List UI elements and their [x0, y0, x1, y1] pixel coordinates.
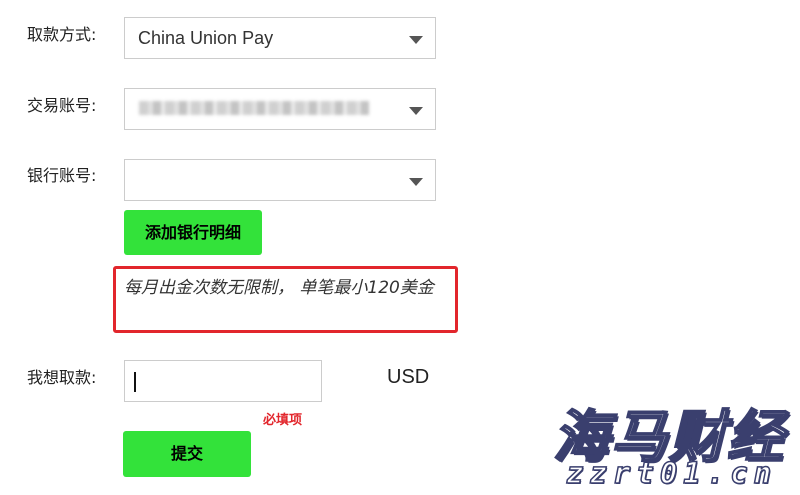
amount-label: 我想取款:: [27, 368, 97, 387]
chevron-down-icon: [409, 107, 423, 115]
bank-account-select[interactable]: [124, 159, 436, 201]
chevron-down-icon: [409, 178, 423, 186]
watermark-url: zzrt01.cn: [565, 455, 778, 491]
amount-input[interactable]: [124, 360, 322, 402]
text-cursor: [134, 372, 136, 392]
add-bank-details-button[interactable]: 添加银行明细: [124, 210, 262, 255]
required-hint: 必填项: [263, 413, 303, 428]
withdraw-notice: 每月出金次数无限制， 单笔最小120美金: [113, 266, 458, 333]
bank-account-label: 银行账号:: [27, 166, 97, 185]
chevron-down-icon: [409, 36, 423, 44]
withdraw-method-select[interactable]: China Union Pay: [124, 17, 436, 59]
trading-account-label: 交易账号:: [27, 96, 97, 115]
withdraw-method-label: 取款方式:: [27, 25, 97, 44]
withdraw-method-value: China Union Pay: [138, 28, 274, 48]
currency-label: USD: [387, 366, 430, 388]
trading-account-select[interactable]: [124, 88, 436, 130]
blurred-account-number: [139, 101, 369, 115]
submit-button[interactable]: 提交: [123, 431, 251, 477]
